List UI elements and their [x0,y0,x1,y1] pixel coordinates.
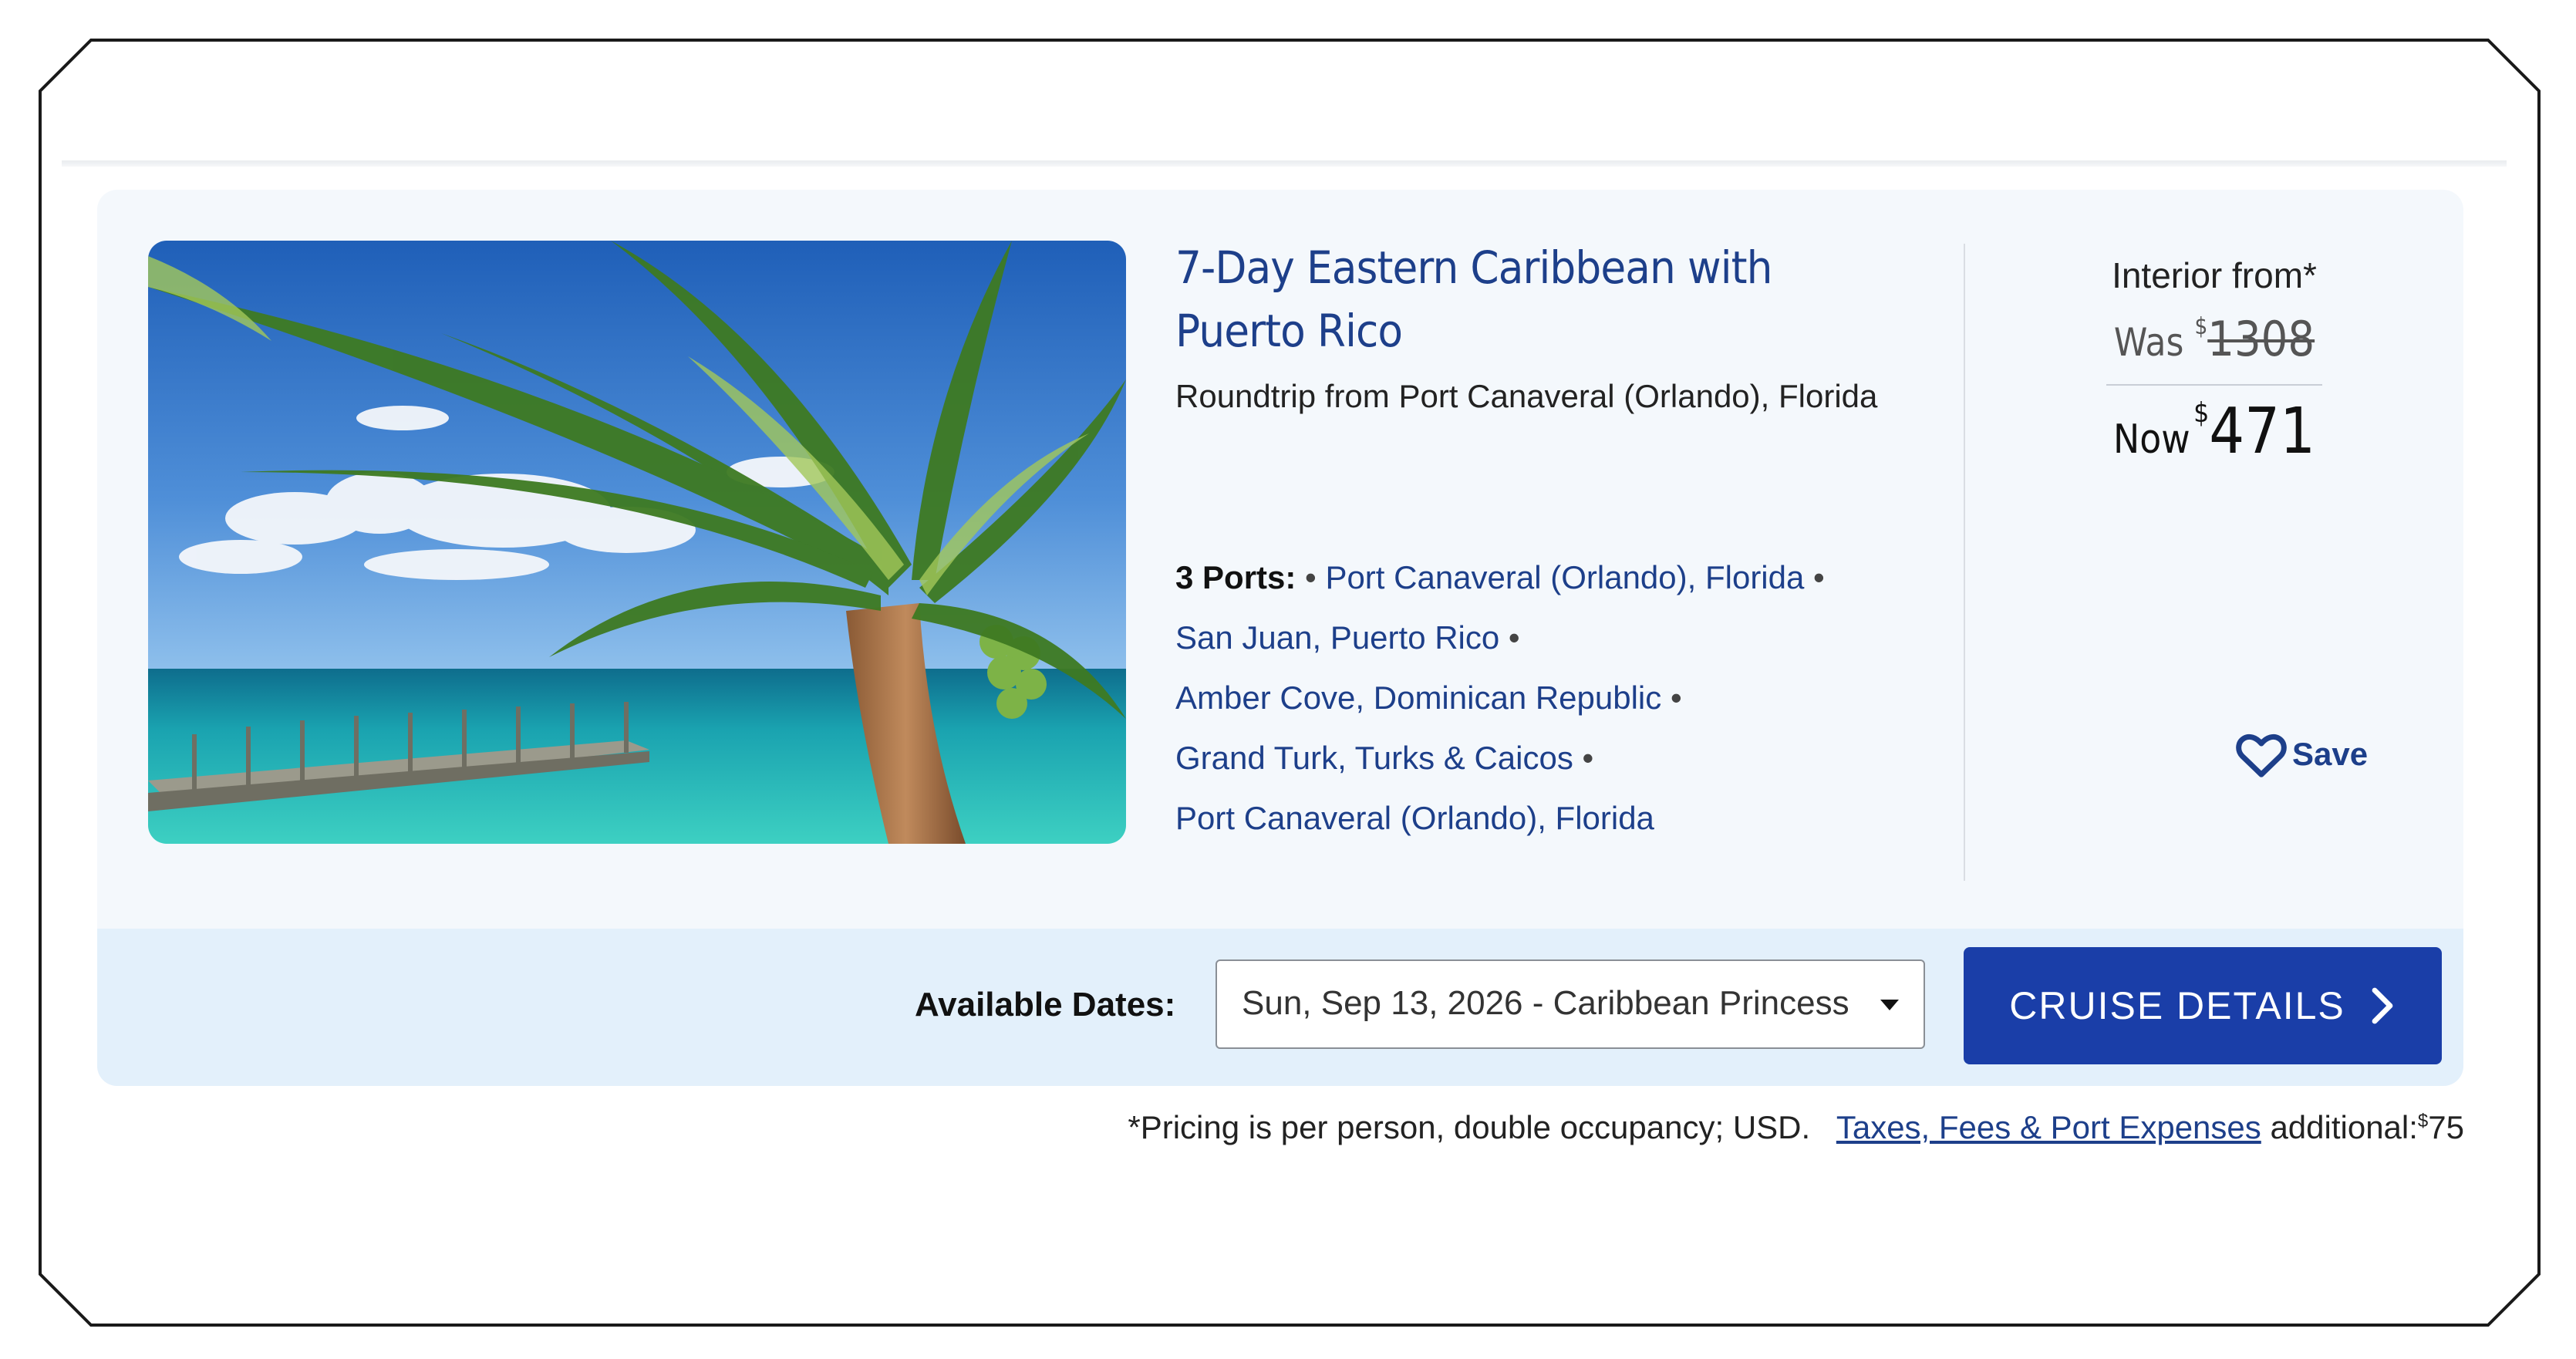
cruise-info: 7-Day Eastern Caribbean with Puerto Rico… [1175,236,1962,836]
port-link[interactable]: Port Canaveral (Orlando), Florida [1325,559,1804,595]
beach-palm-image [148,241,1126,844]
destination-photo[interactable] [148,241,1126,844]
ports-row-4: Grand Turk, Turks & Caicos • [1175,728,1962,788]
footnote-text: *Pricing is per person, double occupancy… [1128,1109,1811,1145]
available-dates-bar: Available Dates: Sun, Sep 13, 2026 - Car… [97,929,2463,1086]
ports-row-1: 3 Ports: • Port Canaveral (Orlando), Flo… [1175,548,1962,608]
port-bullet: • [1670,680,1682,716]
now-currency: $ [2193,397,2210,429]
ports-row-5: Port Canaveral (Orlando), Florida [1175,788,1962,848]
port-bullet: • [1813,559,1825,595]
cruise-details-button[interactable]: CRUISE DETAILS [1964,947,2442,1064]
was-label: Was [2113,320,2184,365]
port-link[interactable]: Grand Turk, Turks & Caicos [1175,740,1573,776]
ports-row-2: San Juan, Puerto Rico • [1175,608,1962,668]
port-link[interactable]: San Juan, Puerto Rico [1175,619,1499,656]
fee-amount: 75 [2428,1109,2464,1145]
ports-list: 3 Ports: • Port Canaveral (Orlando), Flo… [1175,548,1962,848]
header-divider [62,160,2507,167]
was-currency: $ [2194,313,2208,340]
cruise-details-label: CRUISE DETAILS [2009,984,2345,1027]
port-bullet: • [1582,740,1594,776]
footnote-additional: additional: [2270,1109,2418,1145]
heart-outline-icon [2236,733,2287,777]
was-price: Was $1308 [1995,299,2433,370]
fee-currency: $ [2417,1111,2429,1131]
port-bullet: • [1305,559,1317,595]
price-separator [2106,384,2322,386]
sailing-date-value: Sun, Sep 13, 2026 - Caribbean Princess [1242,984,1849,1022]
now-label: Now [2112,416,2190,463]
price-panel: Interior from* Was $1308 Now $471 [1965,251,2463,468]
was-amount: 1308 [2207,311,2315,367]
cruise-title[interactable]: 7-Day Eastern Caribbean with Puerto Rico [1175,236,1885,363]
cruise-card: 7-Day Eastern Caribbean with Puerto Rico… [97,190,2463,1086]
chevron-right-icon [2372,987,2393,1024]
ports-row-3: Amber Cove, Dominican Republic • [1175,668,1962,728]
save-button[interactable]: Save [2234,730,2368,779]
taxes-fees-link[interactable]: Taxes, Fees & Port Expenses [1836,1109,2261,1145]
pricing-footnote: *Pricing is per person, double occupancy… [1033,1109,2464,1146]
available-dates-label: Available Dates: [915,986,1176,1023]
sailing-date-select[interactable]: Sun, Sep 13, 2026 - Caribbean Princess [1216,959,1925,1049]
now-price: Now $471 [1995,395,2433,468]
save-label: Save [2292,736,2369,772]
port-link[interactable]: Amber Cove, Dominican Republic [1175,680,1661,716]
port-link[interactable]: Port Canaveral (Orlando), Florida [1175,800,1654,836]
port-bullet: • [1508,619,1520,656]
cruise-route: Roundtrip from Port Canaveral (Orlando),… [1175,378,1878,414]
dropdown-caret-icon [1880,1000,1899,1010]
cabin-type-label: Interior from* [2112,255,2317,295]
ports-label: 3 Ports: [1175,559,1296,595]
now-amount: 471 [2209,395,2316,468]
